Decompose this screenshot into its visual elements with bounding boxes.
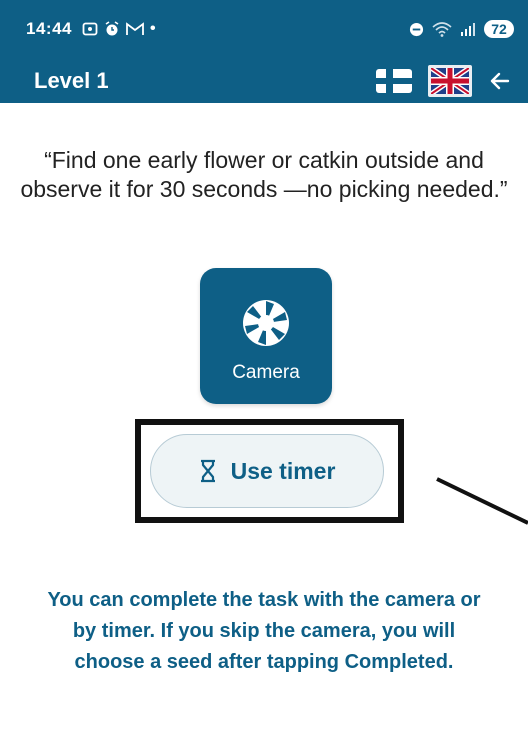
info-text: You can complete the task with the camer…: [47, 589, 481, 673]
